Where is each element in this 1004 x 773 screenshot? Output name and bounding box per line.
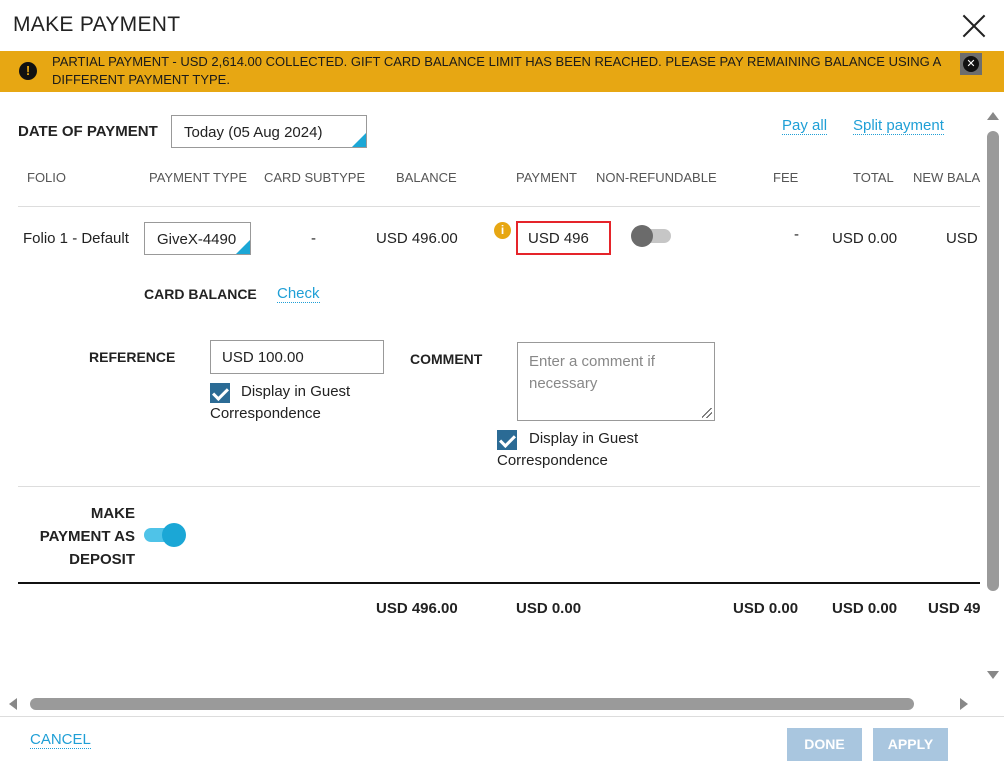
dialog-header: MAKE PAYMENT <box>0 0 1004 52</box>
totals-divider <box>18 582 980 584</box>
reference-display-label: Display in Guest Correspondence <box>210 383 351 422</box>
header-divider <box>18 206 980 207</box>
resize-grip-icon[interactable] <box>702 408 712 418</box>
banner-close-button[interactable]: ✕ <box>960 53 982 75</box>
scroll-down-icon[interactable] <box>987 671 999 679</box>
close-icon[interactable] <box>960 12 988 40</box>
exclamation-icon: ! <box>19 62 37 80</box>
total-total: USD 0.00 <box>832 600 898 617</box>
total-value: USD 0.00 <box>832 230 898 247</box>
column-header-folio: FOLIO <box>27 170 67 185</box>
close-circle-icon: ✕ <box>963 56 979 72</box>
column-header-card-subtype: CARD SUBTYPE <box>264 170 366 185</box>
column-header-new-balance: NEW BALA <box>913 170 981 185</box>
toggle-knob <box>162 523 186 547</box>
comment-display-label: Display in Guest Correspondence <box>497 430 639 469</box>
deposit-toggle[interactable] <box>144 523 186 547</box>
total-payment: USD 0.00 <box>516 600 582 617</box>
split-payment-link[interactable]: Split payment <box>853 117 944 135</box>
warning-banner: ! PARTIAL PAYMENT - USD 2,614.00 COLLECT… <box>0 51 1004 92</box>
reference-label: REFERENCE <box>89 349 176 365</box>
column-header-payment-type: PAYMENT TYPE <box>149 170 248 185</box>
date-of-payment-select[interactable]: Today (05 Aug 2024) <box>171 115 367 148</box>
comment-label: COMMENT <box>410 351 483 367</box>
dropdown-corner-icon <box>352 133 366 147</box>
column-header-payment: PAYMENT <box>516 170 577 185</box>
reference-input[interactable]: USD 100.00 <box>210 340 384 374</box>
new-balance-value: USD <box>946 230 978 247</box>
apply-button[interactable]: APPLY <box>873 728 948 761</box>
comment-placeholder: Enter a comment if necessary <box>529 353 655 392</box>
footer-divider <box>0 716 1004 717</box>
scroll-left-icon[interactable] <box>9 698 17 710</box>
check-balance-link[interactable]: Check <box>277 285 320 303</box>
pay-all-link[interactable]: Pay all <box>782 117 828 135</box>
deposit-label: MAKE PAYMENT AS DEPOSIT <box>39 505 135 568</box>
payment-type-select[interactable]: GiveX-4490 <box>144 222 251 255</box>
banner-message: PARTIAL PAYMENT - USD 2,614.00 COLLECTED… <box>52 54 941 87</box>
dialog-title: MAKE PAYMENT <box>13 13 181 36</box>
horizontal-scroll-thumb[interactable] <box>30 698 914 710</box>
column-header-fee: FEE <box>773 170 799 185</box>
fee-value: - <box>794 226 799 243</box>
date-of-payment-value: Today (05 Aug 2024) <box>184 124 323 141</box>
toggle-knob <box>631 225 653 247</box>
date-of-payment-label: DATE OF PAYMENT <box>18 123 158 140</box>
column-header-balance: BALANCE <box>396 170 457 185</box>
total-new-balance: USD 49 <box>928 600 980 617</box>
comment-textarea[interactable]: Enter a comment if necessary <box>517 342 715 421</box>
cancel-button[interactable]: CANCEL <box>30 731 91 749</box>
scroll-up-icon[interactable] <box>987 112 999 120</box>
dropdown-corner-icon <box>236 240 250 254</box>
scroll-right-icon[interactable] <box>960 698 968 710</box>
total-fee: USD 0.00 <box>733 600 799 617</box>
folio-name: Folio 1 - Default <box>23 230 129 247</box>
card-subtype-value: - <box>311 230 316 247</box>
info-icon[interactable]: i <box>494 222 511 239</box>
column-header-total: TOTAL <box>853 170 894 185</box>
done-button[interactable]: DONE <box>787 728 862 761</box>
column-header-non-refundable: NON-REFUNDABLE <box>596 170 717 185</box>
balance-value: USD 496.00 <box>376 230 458 247</box>
non-refundable-toggle[interactable] <box>631 225 671 247</box>
payment-type-value: GiveX-4490 <box>157 231 237 248</box>
section-divider <box>18 486 980 487</box>
total-balance: USD 496.00 <box>376 600 458 617</box>
card-balance-label: CARD BALANCE <box>144 286 257 302</box>
vertical-scroll-thumb[interactable] <box>987 131 999 591</box>
payment-input[interactable]: USD 496 <box>516 221 611 255</box>
